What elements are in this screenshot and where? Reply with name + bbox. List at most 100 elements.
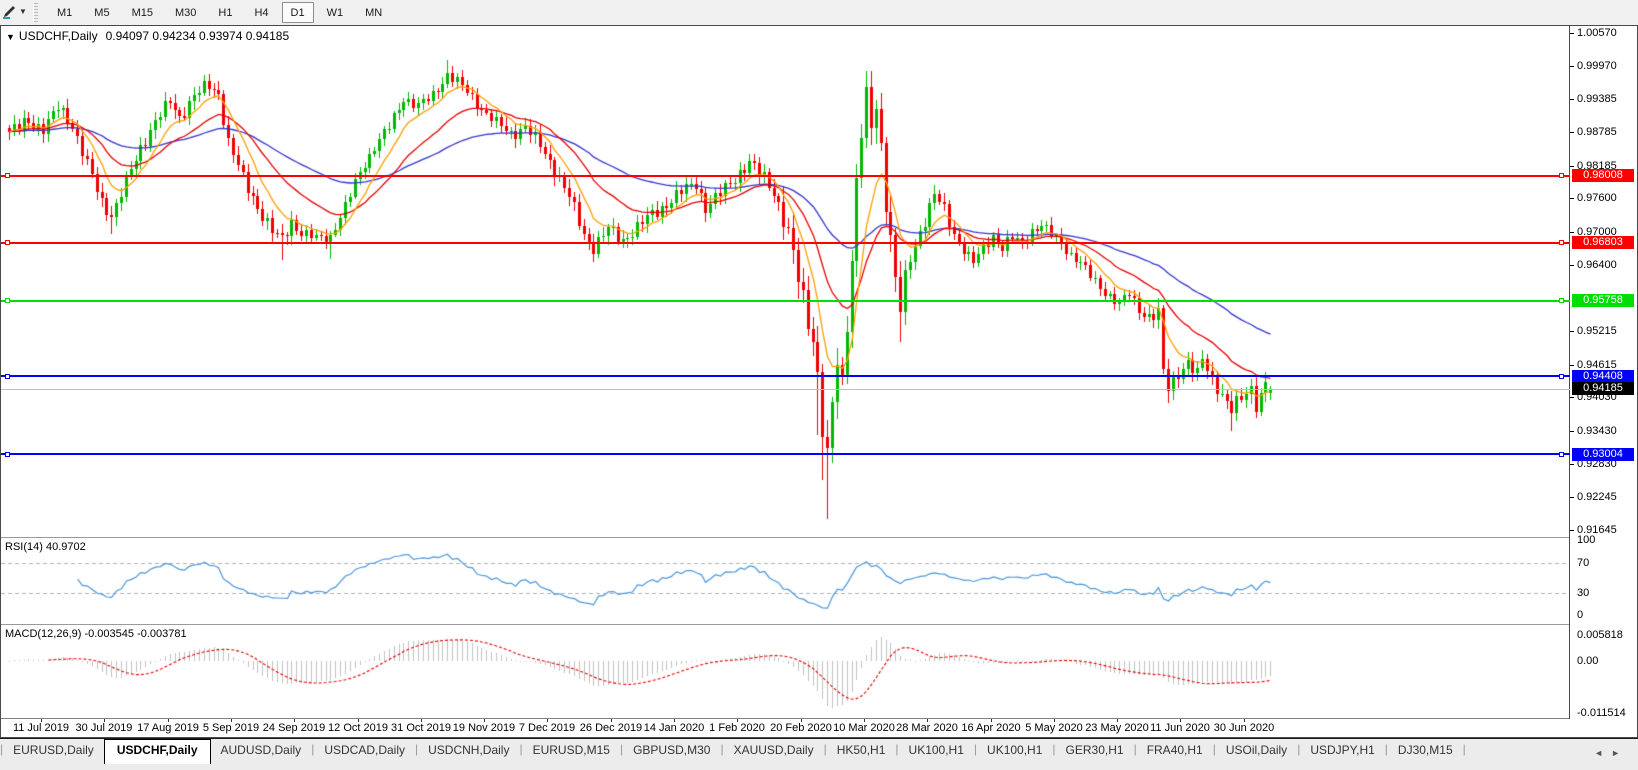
tab-scroll-right-icon[interactable]: ► xyxy=(1611,748,1628,758)
price-axis-tick xyxy=(1570,497,1574,498)
price-axis-label: 0.97600 xyxy=(1577,192,1617,204)
price-axis-label: 0.93430 xyxy=(1577,425,1617,437)
horizontal-line-0.95758[interactable] xyxy=(1,300,1570,302)
rsi-axis-label: 30 xyxy=(1577,587,1590,599)
chart-tab-fra40-h1[interactable]: FRA40,H1 xyxy=(1137,739,1213,762)
date-axis-label: 30 Jun 2020 xyxy=(1213,722,1275,734)
chart-ohlc-values: 0.94097 0.94234 0.93974 0.94185 xyxy=(105,29,290,43)
price-axis-tick xyxy=(1570,66,1574,67)
price-axis-label: 0.96400 xyxy=(1577,259,1617,271)
timeframe-button-m30[interactable]: M30 xyxy=(166,2,205,23)
price-level-badge: 0.95758 xyxy=(1572,294,1634,307)
timeframe-toolbar: M1 M5 M15 M30 H1 H4 D1 W1 MN xyxy=(46,2,393,23)
top-toolbar: ▼ M1 M5 M15 M30 H1 H4 D1 W1 MN xyxy=(0,0,1638,25)
macd-axis-label: -0.011514 xyxy=(1577,707,1626,719)
line-end-marker[interactable] xyxy=(5,240,10,245)
price-axis-tick xyxy=(1570,464,1574,465)
chart-title: ▼ USDCHF,Daily 0.94097 0.94234 0.93974 0.9… xyxy=(6,29,289,43)
current-price-badge: 0.94185 xyxy=(1572,382,1634,395)
price-panel[interactable]: ▼ USDCHF,Daily 0.94097 0.94234 0.93974 0.9… xyxy=(1,26,1570,537)
line-end-marker[interactable] xyxy=(1559,173,1564,178)
rsi-axis-label: 70 xyxy=(1577,557,1590,569)
date-axis[interactable]: 11 Jul 2019 30 Jul 2019 17 Aug 2019 5 Sep 2… xyxy=(1,719,1637,737)
chart-tab-usdjpy-h1[interactable]: USDJPY,H1 xyxy=(1300,739,1384,762)
macd-axis-label: 0.00 xyxy=(1577,655,1599,667)
timeframe-button-m1[interactable]: M1 xyxy=(48,2,81,23)
chart-tab-bar: | EURUSD,Daily USDCHF,Daily AUDUSD,Daily | US… xyxy=(0,738,1638,770)
line-end-marker[interactable] xyxy=(5,374,10,379)
price-level-badge: 0.98008 xyxy=(1572,169,1634,182)
price-axis-tick xyxy=(1570,166,1574,167)
price-axis-tick xyxy=(1570,132,1574,133)
rsi-axis-label: 0 xyxy=(1577,609,1584,621)
price-axis-tick xyxy=(1570,99,1574,100)
price-axis-tick xyxy=(1570,397,1574,398)
price-axis-tick xyxy=(1570,530,1574,531)
horizontal-line-0.96803[interactable] xyxy=(1,242,1570,244)
chart-tab-usdcad-daily[interactable]: USDCAD,Daily xyxy=(314,739,415,762)
macd-axis-label: 0.005818 xyxy=(1577,629,1623,641)
price-axis[interactable]: 1.00570 0.99970 0.99385 0.98785 0.98185 0.976… xyxy=(1570,26,1637,719)
chart-tab-hk50-h1[interactable]: HK50,H1 xyxy=(827,739,896,762)
price-axis-label: 0.92245 xyxy=(1577,491,1617,503)
line-end-marker[interactable] xyxy=(1559,240,1564,245)
tab-scroll-left-icon[interactable]: ◄ xyxy=(1594,748,1611,758)
line-end-marker[interactable] xyxy=(1559,452,1564,457)
line-end-marker[interactable] xyxy=(1559,374,1564,379)
toolbar-grip[interactable] xyxy=(33,3,38,22)
timeframe-button-m5[interactable]: M5 xyxy=(85,2,118,23)
chart-tab-usdchf-daily[interactable]: USDCHF,Daily xyxy=(103,739,211,764)
macd-panel[interactable]: MACD(12,26,9) -0.003545 -0.003781 xyxy=(1,626,1570,718)
price-axis-tick xyxy=(1570,331,1574,332)
chart-tab-usdcnh-daily[interactable]: USDCNH,Daily xyxy=(418,739,519,762)
axis-divider xyxy=(1569,26,1570,719)
price-axis-tick xyxy=(1570,198,1574,199)
tool-dropdown-icon[interactable]: ▼ xyxy=(19,7,27,16)
chart-tab-dj30-m15[interactable]: DJ30,M15 xyxy=(1388,739,1463,762)
price-axis-label: 0.99385 xyxy=(1577,93,1617,105)
horizontal-line-0.94408[interactable] xyxy=(1,375,1570,377)
chart-dropdown-icon[interactable]: ▼ xyxy=(6,32,15,42)
tab-scroll-arrows[interactable]: ◄► xyxy=(1594,748,1628,758)
rsi-label: RSI(14) 40.9702 xyxy=(5,541,86,553)
chart-tab-usoil-daily[interactable]: USOil,Daily xyxy=(1216,739,1297,762)
horizontal-line-0.98008[interactable] xyxy=(1,175,1570,177)
horizontal-line-0.93004[interactable] xyxy=(1,453,1570,455)
price-axis-label: 1.00570 xyxy=(1577,27,1617,39)
line-end-marker[interactable] xyxy=(5,298,10,303)
rsi-axis-label: 100 xyxy=(1577,534,1596,546)
rsi-panel[interactable]: RSI(14) 40.9702 xyxy=(1,539,1570,624)
price-axis-tick xyxy=(1570,33,1574,34)
timeframe-button-h1[interactable]: H1 xyxy=(209,2,241,23)
chart-tab-audusd-daily[interactable]: AUDUSD,Daily xyxy=(211,739,312,762)
line-end-marker[interactable] xyxy=(1559,298,1564,303)
line-end-marker[interactable] xyxy=(5,173,10,178)
rsi-canvas[interactable] xyxy=(1,539,1570,624)
price-axis-label: 0.99970 xyxy=(1577,60,1617,72)
chart-tab-uk100-h1[interactable]: UK100,H1 xyxy=(977,739,1052,762)
price-axis-label: 0.95215 xyxy=(1577,325,1617,337)
chart-tab-eurusd-m15[interactable]: EURUSD,M15 xyxy=(523,739,620,762)
price-axis-tick xyxy=(1570,265,1574,266)
macd-canvas[interactable] xyxy=(1,626,1570,718)
current-price-line xyxy=(1,389,1570,390)
timeframe-button-m15[interactable]: M15 xyxy=(123,2,162,23)
chart-tab-xauusd-daily[interactable]: XAUUSD,Daily xyxy=(724,739,824,762)
price-chart-canvas[interactable] xyxy=(1,26,1570,537)
timeframe-button-d1[interactable]: D1 xyxy=(281,2,314,23)
chart-tab-uk100-h1[interactable]: UK100,H1 xyxy=(899,739,974,762)
line-end-marker[interactable] xyxy=(5,452,10,457)
line-style-tool-icon[interactable] xyxy=(1,4,17,20)
timeframe-button-w1[interactable]: W1 xyxy=(318,2,353,23)
tab-separator: | xyxy=(1462,742,1466,756)
chart-tab-ger30-h1[interactable]: GER30,H1 xyxy=(1056,739,1134,762)
timeframe-button-mn[interactable]: MN xyxy=(356,2,391,23)
chart-tab-eurusd-daily[interactable]: EURUSD,Daily xyxy=(3,739,104,762)
price-level-badge: 0.93004 xyxy=(1572,448,1634,461)
chart-tab-gbpusd-m30[interactable]: GBPUSD,M30 xyxy=(623,739,720,762)
timeframe-button-h4[interactable]: H4 xyxy=(245,2,277,23)
macd-label: MACD(12,26,9) -0.003545 -0.003781 xyxy=(5,628,187,640)
price-level-badge: 0.96803 xyxy=(1572,236,1634,249)
price-axis-label: 0.98785 xyxy=(1577,126,1617,138)
chart-window: ▼ USDCHF,Daily 0.94097 0.94234 0.93974 0.9… xyxy=(0,25,1638,738)
